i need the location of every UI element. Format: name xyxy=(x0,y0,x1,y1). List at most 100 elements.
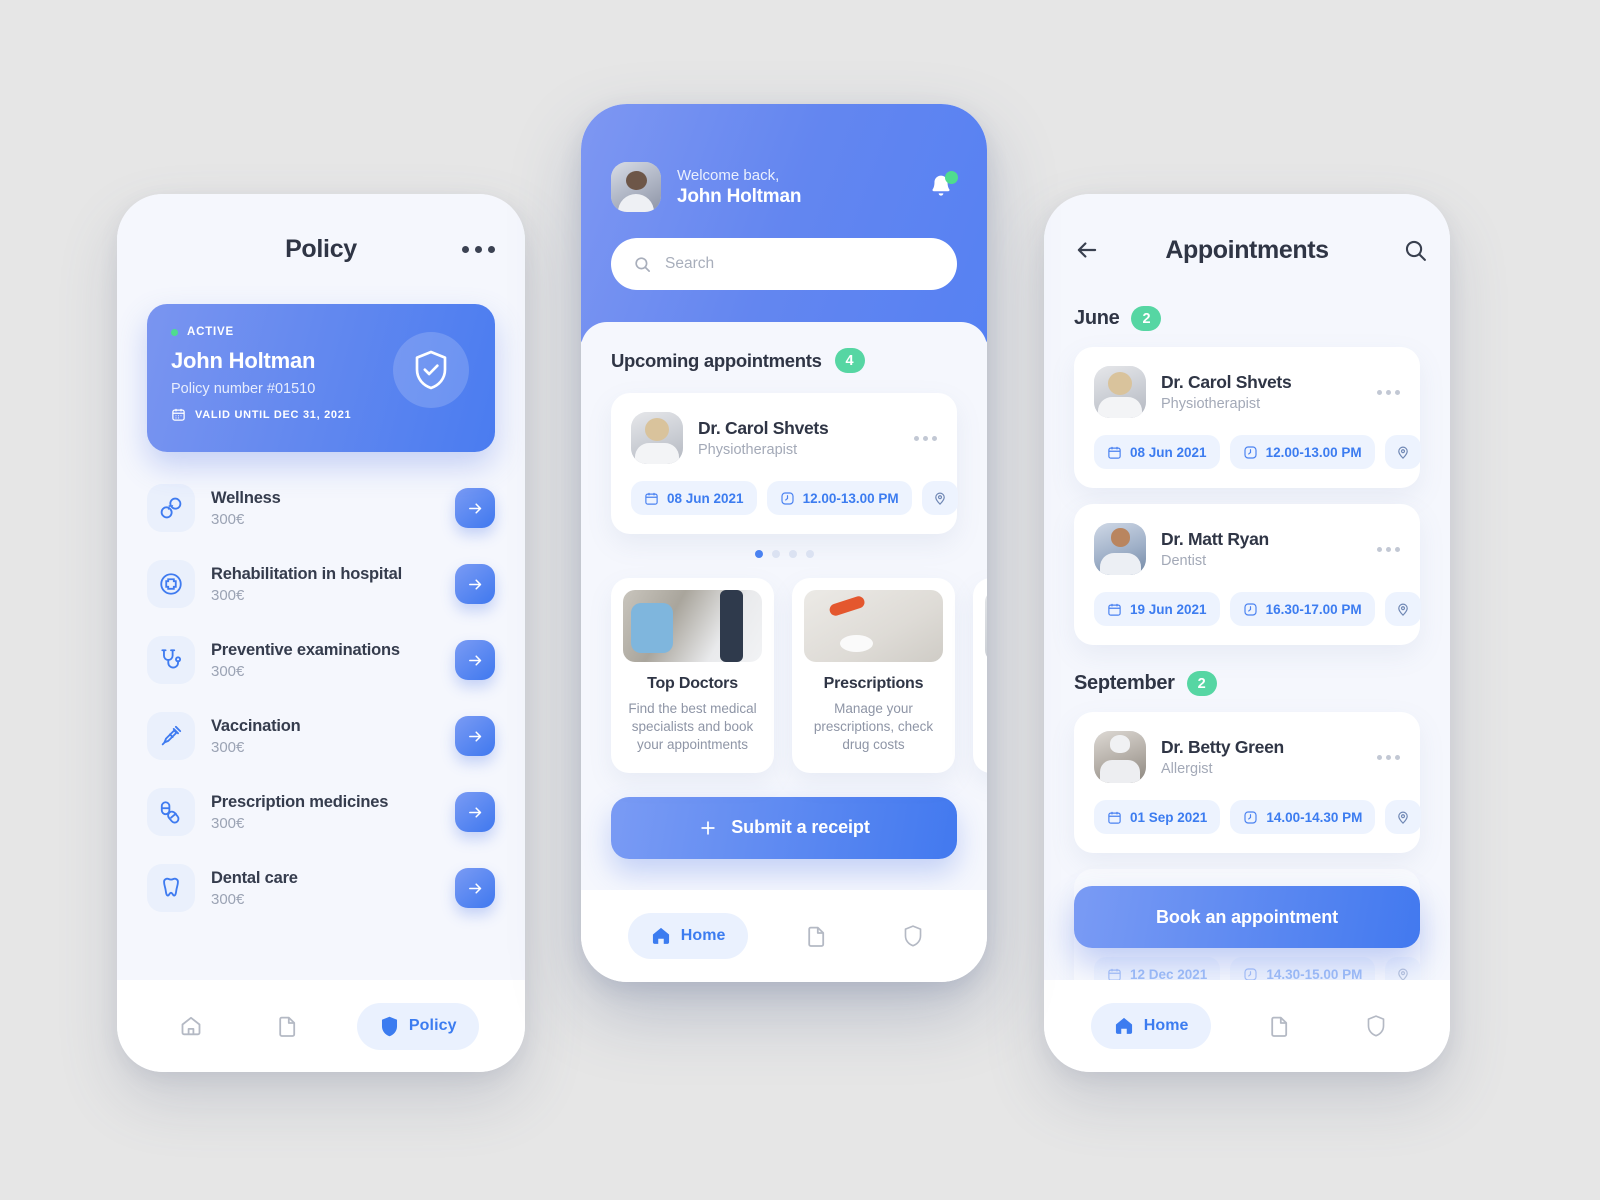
bottom-navigation: Policy xyxy=(117,980,525,1072)
more-horizontal-icon[interactable] xyxy=(462,245,495,253)
benefit-title: Vaccination xyxy=(211,716,301,735)
doctor-specialty: Dentist xyxy=(1161,553,1207,569)
more-horizontal-icon[interactable] xyxy=(1377,546,1400,552)
month-name: September xyxy=(1074,672,1175,694)
list-item[interactable]: Prescription medicines 300€ xyxy=(147,774,495,850)
policy-header: Policy xyxy=(147,194,495,304)
benefit-arrow-button[interactable] xyxy=(455,640,495,680)
month-count-badge: 2 xyxy=(1186,671,1217,696)
calendar-icon xyxy=(1107,967,1122,980)
appointment-card[interactable]: Dr. Matt Ryan Dentist 19 Jun 2021 16.30-… xyxy=(1074,504,1421,645)
benefit-price: 300€ xyxy=(211,738,245,756)
benefit-price: 300€ xyxy=(211,890,245,908)
more-horizontal-icon[interactable] xyxy=(1377,754,1400,760)
time-chip[interactable]: 12.00-13.00 PM xyxy=(1229,435,1375,469)
bottom-navigation: Home xyxy=(581,890,987,982)
category-card-top-doctors[interactable]: Top Doctors Find the best medical specia… xyxy=(611,578,774,773)
submit-receipt-button[interactable]: Submit a receipt xyxy=(611,796,957,859)
search-input[interactable]: Search xyxy=(611,238,957,290)
home-icon xyxy=(1113,1015,1135,1037)
month-header-september: September 2 xyxy=(1074,671,1420,696)
policy-screen: Policy ACTIVE John Holtman Policy number… xyxy=(117,194,525,980)
benefit-arrow-button[interactable] xyxy=(455,792,495,832)
more-horizontal-icon[interactable] xyxy=(1377,389,1400,395)
list-item[interactable]: Vaccination 300€ xyxy=(147,698,495,774)
time-chip[interactable]: 16.30-17.00 PM xyxy=(1229,592,1375,626)
nav-item-policy[interactable] xyxy=(886,912,940,960)
carousel-dot[interactable] xyxy=(754,550,763,558)
calendar-icon xyxy=(1107,445,1122,460)
section-count-badge: 4 xyxy=(834,348,865,373)
more-horizontal-icon[interactable] xyxy=(914,435,937,441)
upcoming-appointment-card[interactable]: Dr. Carol Shvets Physiotherapist 08 Jun … xyxy=(611,393,958,534)
benefit-arrow-button[interactable] xyxy=(455,716,495,756)
nav-item-documents[interactable] xyxy=(789,912,845,960)
benefits-list: Wellness 300€ Rehabilitation in hospital… xyxy=(147,470,495,926)
nav-item-policy[interactable]: Policy xyxy=(356,1002,479,1050)
date-chip[interactable]: 01 Sep 2021 xyxy=(1094,800,1221,834)
location-chip[interactable] xyxy=(1384,592,1421,626)
location-chip[interactable] xyxy=(1385,800,1422,834)
nav-item-documents[interactable] xyxy=(1252,1002,1308,1050)
time-chip[interactable]: 12.00-13.00 PM xyxy=(766,481,912,515)
search-button[interactable] xyxy=(1403,238,1428,263)
list-item[interactable]: Wellness 300€ xyxy=(147,470,495,546)
time-chip[interactable]: 14.30-15.00 PM xyxy=(1230,957,1376,980)
home-phone: Welcome back, John Holtman Search Upcomi… xyxy=(581,104,987,982)
carousel-dot[interactable] xyxy=(805,550,814,558)
clock-icon xyxy=(1243,445,1258,460)
list-item[interactable]: Dental care 300€ xyxy=(147,850,495,926)
location-chip[interactable] xyxy=(1385,957,1422,980)
appointment-card[interactable]: Dr. Betty Green Allergist 01 Sep 2021 14… xyxy=(1074,712,1422,853)
nav-item-home[interactable]: Home xyxy=(627,913,748,959)
carousel-pagination[interactable] xyxy=(611,550,957,558)
search-placeholder: Search xyxy=(665,255,715,272)
list-item[interactable]: Rehabilitation in hospital 300€ xyxy=(147,546,495,622)
time-chip[interactable]: 14.00-14.30 PM xyxy=(1230,800,1376,834)
home-screen: Welcome back, John Holtman Search Upcomi… xyxy=(581,104,987,890)
stethoscope-icon xyxy=(147,636,195,684)
avatar[interactable] xyxy=(611,162,661,212)
policy-summary-card[interactable]: ACTIVE John Holtman Policy number #01510… xyxy=(147,304,495,452)
avatar xyxy=(1094,366,1146,418)
date-label: 08 Jun 2021 xyxy=(1130,444,1207,460)
benefit-arrow-button[interactable] xyxy=(455,564,495,604)
date-chip[interactable]: 08 Jun 2021 xyxy=(1094,435,1220,469)
appointment-card[interactable]: Dr. Carol Shvets Physiotherapist 08 Jun … xyxy=(1074,347,1421,488)
category-carousel[interactable]: Top Doctors Find the best medical specia… xyxy=(611,578,987,773)
nav-item-policy[interactable] xyxy=(1349,1002,1403,1050)
shield-icon xyxy=(1365,1014,1387,1038)
benefit-arrow-button[interactable] xyxy=(455,868,495,908)
date-chip[interactable]: 19 Jun 2021 xyxy=(1094,592,1220,626)
category-card-next[interactable] xyxy=(973,578,987,773)
nav-item-documents[interactable] xyxy=(260,1002,316,1050)
date-chip[interactable]: 12 Dec 2021 xyxy=(1094,957,1221,980)
time-label: 16.30-17.00 PM xyxy=(1265,601,1362,617)
benefit-title: Prescription medicines xyxy=(211,792,389,811)
hero-top-row: Welcome back, John Holtman xyxy=(611,162,958,212)
location-chip[interactable] xyxy=(1384,435,1421,469)
carousel-dot[interactable] xyxy=(771,550,780,558)
back-button[interactable] xyxy=(1074,237,1100,263)
nav-item-home[interactable]: Home xyxy=(1090,1003,1211,1049)
date-chip[interactable]: 08 Jun 2021 xyxy=(631,481,757,515)
document-icon xyxy=(276,1014,300,1038)
upcoming-section-header: Upcoming appointments 4 xyxy=(611,348,957,373)
benefit-arrow-button[interactable] xyxy=(455,488,495,528)
syringe-icon xyxy=(147,712,195,760)
location-chip[interactable] xyxy=(921,481,958,515)
list-item[interactable]: Preventive examinations 300€ xyxy=(147,622,495,698)
category-title: Prescriptions xyxy=(823,675,924,692)
benefit-title: Rehabilitation in hospital xyxy=(211,564,402,583)
nav-item-home[interactable] xyxy=(163,1002,219,1050)
category-description: Find the best medical specialists and bo… xyxy=(628,701,757,753)
map-pin-icon xyxy=(932,490,948,506)
benefit-price: 300€ xyxy=(211,586,245,604)
calendar-icon xyxy=(1107,810,1122,825)
map-pin-icon xyxy=(1395,809,1411,825)
greeting-block: Welcome back, John Holtman xyxy=(677,167,801,208)
book-appointment-button[interactable]: Book an appointment xyxy=(1074,886,1420,948)
category-card-prescriptions[interactable]: Prescriptions Manage your prescriptions,… xyxy=(792,578,955,773)
carousel-dot[interactable] xyxy=(788,550,797,558)
notifications-button[interactable] xyxy=(927,171,958,202)
